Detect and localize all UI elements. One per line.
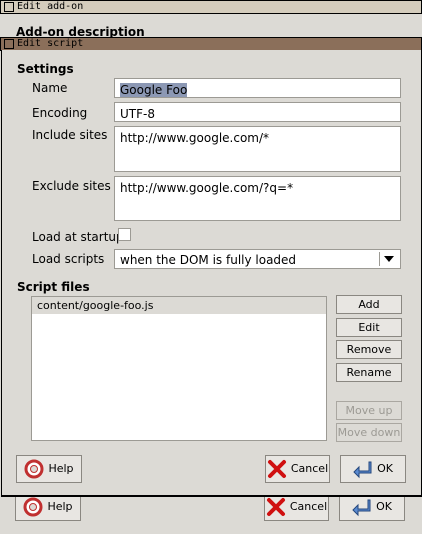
exclude-sites-label: Exclude sites xyxy=(32,179,111,193)
load-at-startup-label: Load at startup xyxy=(32,230,124,244)
list-item[interactable]: content/google-foo.js xyxy=(32,297,326,314)
move-up-button[interactable]: Move up xyxy=(336,401,402,420)
ok-arrow-icon xyxy=(353,461,372,479)
back-cancel-button[interactable]: Cancel xyxy=(264,493,329,521)
ok-button[interactable]: OK xyxy=(340,455,406,483)
name-label: Name xyxy=(32,81,68,95)
exclude-sites-textarea[interactable]: http://www.google.com/?q=* xyxy=(114,176,401,221)
back-window-titlebar[interactable]: Edit add-on xyxy=(0,0,422,14)
combo-separator xyxy=(379,252,380,266)
back-help-button[interactable]: Help xyxy=(15,493,81,521)
back-help-label: Help xyxy=(47,500,73,513)
script-files-heading: Script files xyxy=(17,280,90,294)
window-menu-icon[interactable] xyxy=(4,2,14,12)
dialog-title: Edit script xyxy=(17,38,84,49)
encoding-label: Encoding xyxy=(32,106,88,120)
cancel-label: Cancel xyxy=(290,462,329,475)
load-scripts-value: when the DOM is fully loaded xyxy=(120,253,297,267)
ok-label: OK xyxy=(377,462,393,475)
edit-script-dialog: Settings Name Google Foo Encoding UTF-8 … xyxy=(1,50,422,497)
dialog-titlebar[interactable]: Edit script xyxy=(0,37,422,51)
cancel-button[interactable]: Cancel xyxy=(265,455,330,483)
back-ok-button[interactable]: OK xyxy=(339,493,405,521)
help-button[interactable]: Help xyxy=(16,455,82,483)
chevron-down-icon xyxy=(384,256,394,262)
encoding-input[interactable]: UTF-8 xyxy=(114,102,401,122)
move-down-button[interactable]: Move down xyxy=(336,423,402,442)
help-label: Help xyxy=(48,462,74,475)
script-files-list[interactable]: content/google-foo.js xyxy=(31,296,327,441)
load-scripts-select[interactable]: when the DOM is fully loaded xyxy=(114,249,401,269)
name-input[interactable]: Google Foo xyxy=(114,78,401,98)
load-at-startup-checkbox[interactable] xyxy=(118,228,131,241)
back-cancel-label: Cancel xyxy=(289,500,328,513)
settings-heading: Settings xyxy=(17,62,74,76)
lifebuoy-icon xyxy=(24,459,44,479)
window-menu-icon[interactable] xyxy=(4,39,14,49)
back-window-title: Edit add-on xyxy=(17,1,84,12)
include-sites-textarea[interactable]: http://www.google.com/* xyxy=(114,126,401,172)
edit-button[interactable]: Edit xyxy=(336,318,402,337)
lifebuoy-icon xyxy=(23,497,43,517)
name-value: Google Foo xyxy=(120,83,188,97)
include-sites-label: Include sites xyxy=(32,128,108,142)
remove-button[interactable]: Remove xyxy=(336,340,402,359)
back-ok-label: OK xyxy=(376,500,392,513)
ok-arrow-icon xyxy=(352,499,371,517)
add-button[interactable]: Add xyxy=(336,295,402,314)
load-scripts-label: Load scripts xyxy=(32,252,105,266)
cancel-x-icon xyxy=(266,498,285,516)
cancel-x-icon xyxy=(267,460,286,478)
rename-button[interactable]: Rename xyxy=(336,363,402,382)
